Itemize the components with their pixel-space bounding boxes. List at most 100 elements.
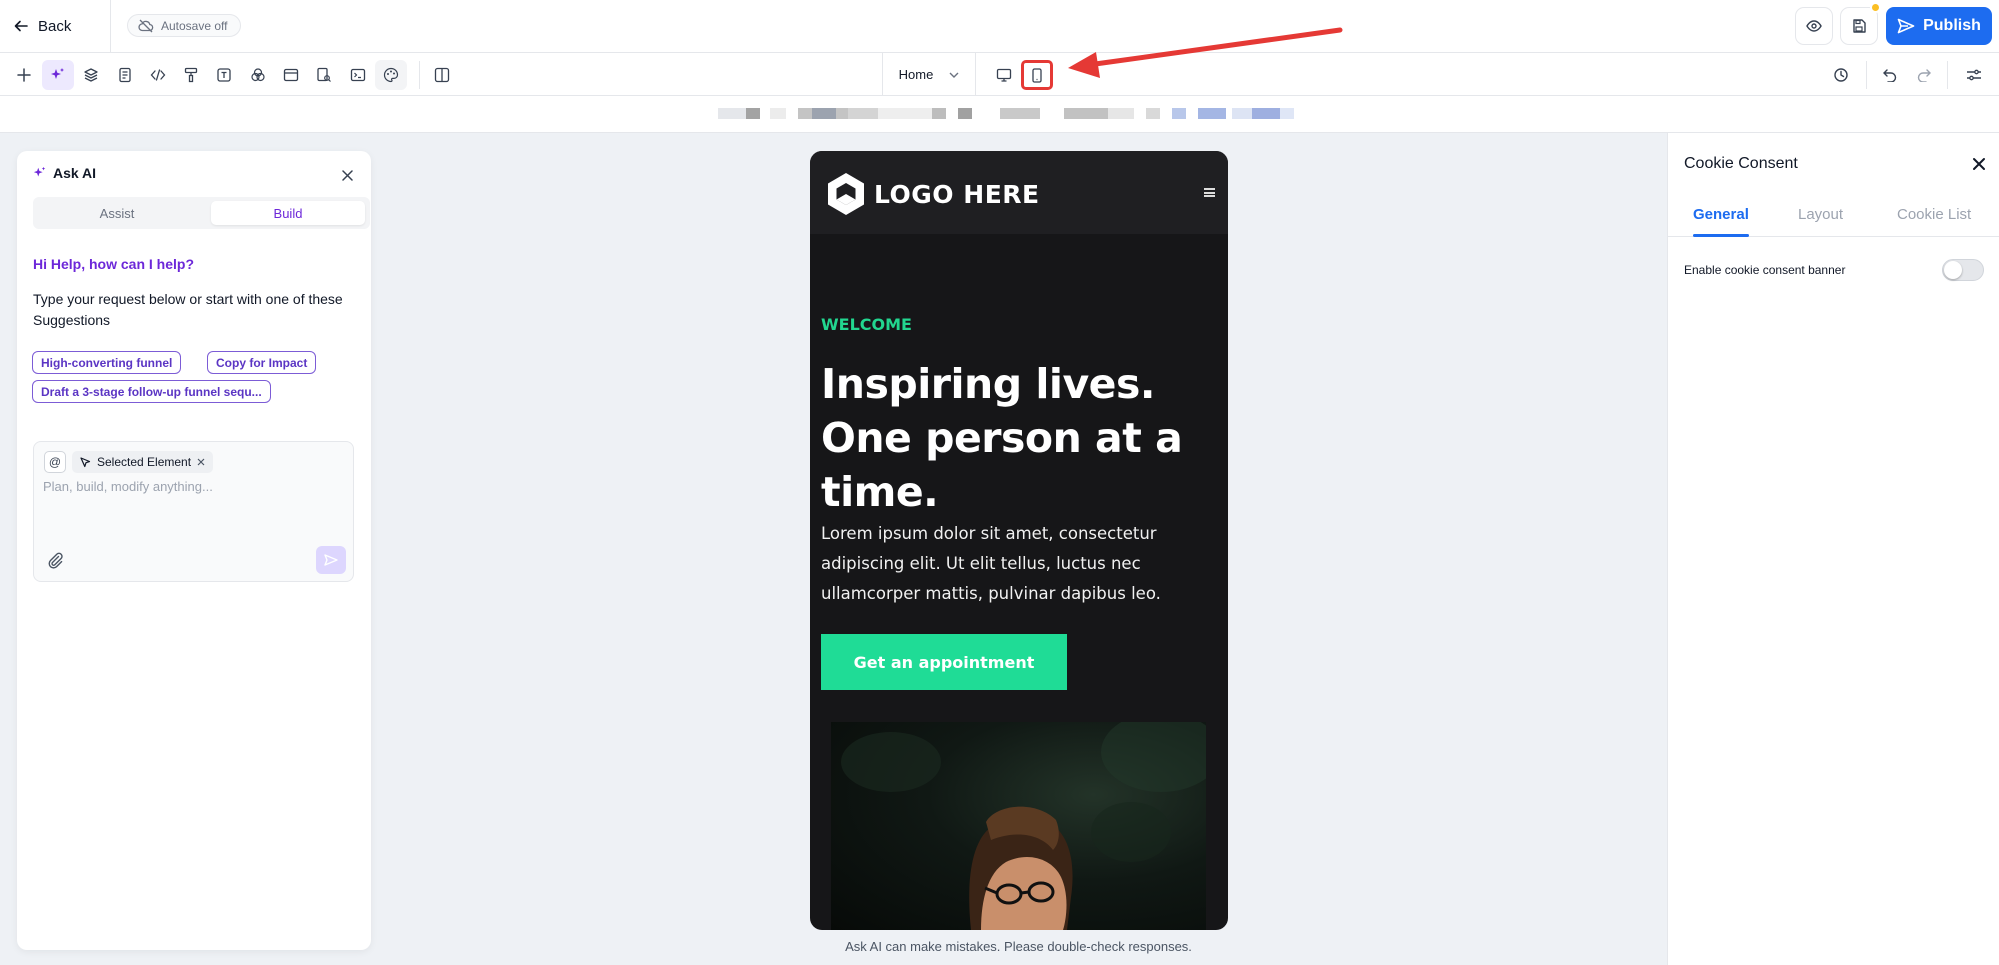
mobile-canvas-preview[interactable]: LOGO HERE WELCOME Inspiring lives. One p… — [810, 151, 1228, 930]
close-ai-panel-button[interactable] — [337, 165, 357, 185]
suggestion-chip[interactable]: Draft a 3-stage follow-up funnel sequ... — [32, 380, 271, 403]
send-prompt-button[interactable] — [316, 546, 346, 574]
paint-roller-icon — [184, 67, 198, 83]
hero-body-line: adipiscing elit. Ut elit tellus, luctus … — [821, 554, 1141, 573]
layers-button[interactable] — [75, 60, 107, 90]
send-icon — [324, 554, 338, 566]
redacted-block — [878, 108, 932, 119]
page-icon — [119, 67, 131, 83]
mobile-icon — [1032, 67, 1042, 83]
add-element-button[interactable] — [8, 60, 40, 90]
hero-eyebrow: WELCOME — [821, 315, 912, 334]
cookie-banner-toggle-label: Enable cookie consent banner — [1684, 263, 1846, 277]
hamburger-menu-icon[interactable] — [1204, 188, 1215, 197]
window-icon — [283, 68, 299, 82]
form-search-icon — [317, 67, 331, 82]
tab-build[interactable]: Build — [211, 201, 365, 225]
history-button[interactable] — [1825, 60, 1857, 90]
publish-button[interactable]: Publish — [1886, 7, 1992, 45]
selected-element-label: Selected Element — [97, 455, 192, 469]
sparkle-icon — [33, 166, 46, 177]
cloud-off-icon — [138, 19, 154, 32]
eye-icon — [1806, 20, 1822, 32]
sections-button[interactable] — [275, 60, 307, 90]
site-header[interactable]: LOGO HERE — [810, 151, 1228, 234]
chevron-down-icon — [949, 72, 959, 78]
settings-button[interactable] — [1958, 60, 1990, 90]
appointment-cta-button[interactable]: Get an appointment — [821, 634, 1067, 690]
undo-button[interactable] — [1874, 60, 1906, 90]
terminal-icon — [350, 68, 366, 82]
code-icon — [150, 69, 166, 81]
divider — [1866, 61, 1867, 89]
hero-headline-line: time. — [821, 468, 939, 516]
close-icon[interactable] — [1970, 155, 1988, 173]
editor-toolbar: Home — [0, 53, 1999, 96]
ai-prompt-input[interactable]: Plan, build, modify anything... — [43, 479, 213, 494]
mention-button[interactable]: @ — [44, 451, 66, 473]
pages-button[interactable] — [109, 60, 141, 90]
cursor-icon — [80, 456, 91, 467]
close-icon — [341, 169, 353, 181]
desktop-icon — [996, 68, 1012, 82]
paperclip-icon[interactable] — [46, 551, 64, 569]
columns-icon — [434, 67, 450, 83]
styles-button[interactable] — [175, 60, 207, 90]
autosave-label: Autosave off — [161, 18, 228, 33]
code-button[interactable] — [142, 60, 174, 90]
back-button[interactable]: Back — [14, 14, 71, 38]
desktop-view-button[interactable] — [991, 62, 1017, 88]
divider — [419, 61, 420, 89]
arrow-left-icon — [14, 20, 28, 32]
remove-icon[interactable] — [197, 458, 205, 466]
top-bar: Back Autosave off Publish — [0, 0, 1999, 53]
hero-photo[interactable] — [831, 722, 1206, 930]
back-label: Back — [38, 17, 72, 35]
tab-assist[interactable]: Assist — [37, 201, 197, 225]
panel-title: Cookie Consent — [1684, 155, 1798, 172]
save-button[interactable] — [1840, 7, 1878, 45]
suggestion-chip[interactable]: Copy for Impact — [207, 351, 317, 374]
colors-button[interactable] — [242, 60, 274, 90]
ask-ai-button[interactable] — [42, 60, 74, 90]
preview-button[interactable] — [1795, 7, 1833, 45]
publish-label: Publish — [1923, 17, 1981, 34]
redacted-block — [848, 108, 878, 119]
page-select[interactable]: Home — [882, 53, 976, 96]
ai-intro-text: Type your request below or start with on… — [33, 291, 343, 328]
toggle-knob — [1944, 261, 1962, 279]
tab-general[interactable]: General — [1693, 206, 1749, 223]
redacted-block — [958, 108, 972, 119]
plus-icon — [17, 68, 31, 82]
divider — [1947, 61, 1948, 89]
redacted-block — [1232, 108, 1252, 119]
tab-cookie-list[interactable]: Cookie List — [1897, 206, 1971, 223]
hero-headline-line: One person at a — [821, 414, 1183, 462]
suggestion-chip[interactable]: High-converting funnel — [32, 351, 182, 374]
selected-element-chip[interactable]: Selected Element — [72, 451, 214, 473]
divider — [110, 0, 111, 53]
sparkle-icon — [51, 68, 64, 79]
page-select-value: Home — [898, 67, 934, 82]
autosave-badge[interactable]: Autosave off — [127, 14, 241, 37]
mobile-view-button[interactable] — [1021, 60, 1053, 90]
ai-greeting: Hi Help, how can I help? — [33, 256, 195, 272]
theme-button[interactable] — [375, 60, 407, 90]
hexagon-logo-icon — [828, 173, 864, 215]
cookie-consent-panel: Cookie Consent General Layout Cookie Lis… — [1667, 133, 1999, 965]
redo-button[interactable] — [1908, 60, 1940, 90]
ai-composer: @ Selected Element Plan, build, modify a… — [33, 441, 354, 582]
logo-text: LOGO HERE — [874, 179, 1040, 209]
cookie-banner-toggle[interactable] — [1942, 259, 1984, 281]
forms-button[interactable] — [308, 60, 340, 90]
redacted-block — [1146, 108, 1160, 119]
custom-code-button[interactable] — [342, 60, 374, 90]
layers-icon — [84, 68, 98, 82]
hero-headline-line: Inspiring lives. — [821, 360, 1155, 408]
tab-layout[interactable]: Layout — [1798, 206, 1843, 223]
hero-body-line: ullamcorper mattis, pulvinar dapibus leo… — [821, 584, 1161, 603]
typography-button[interactable] — [208, 60, 240, 90]
site-logo[interactable]: LOGO HERE — [824, 171, 1040, 217]
redacted-block — [770, 108, 786, 119]
split-view-button[interactable] — [426, 60, 458, 90]
